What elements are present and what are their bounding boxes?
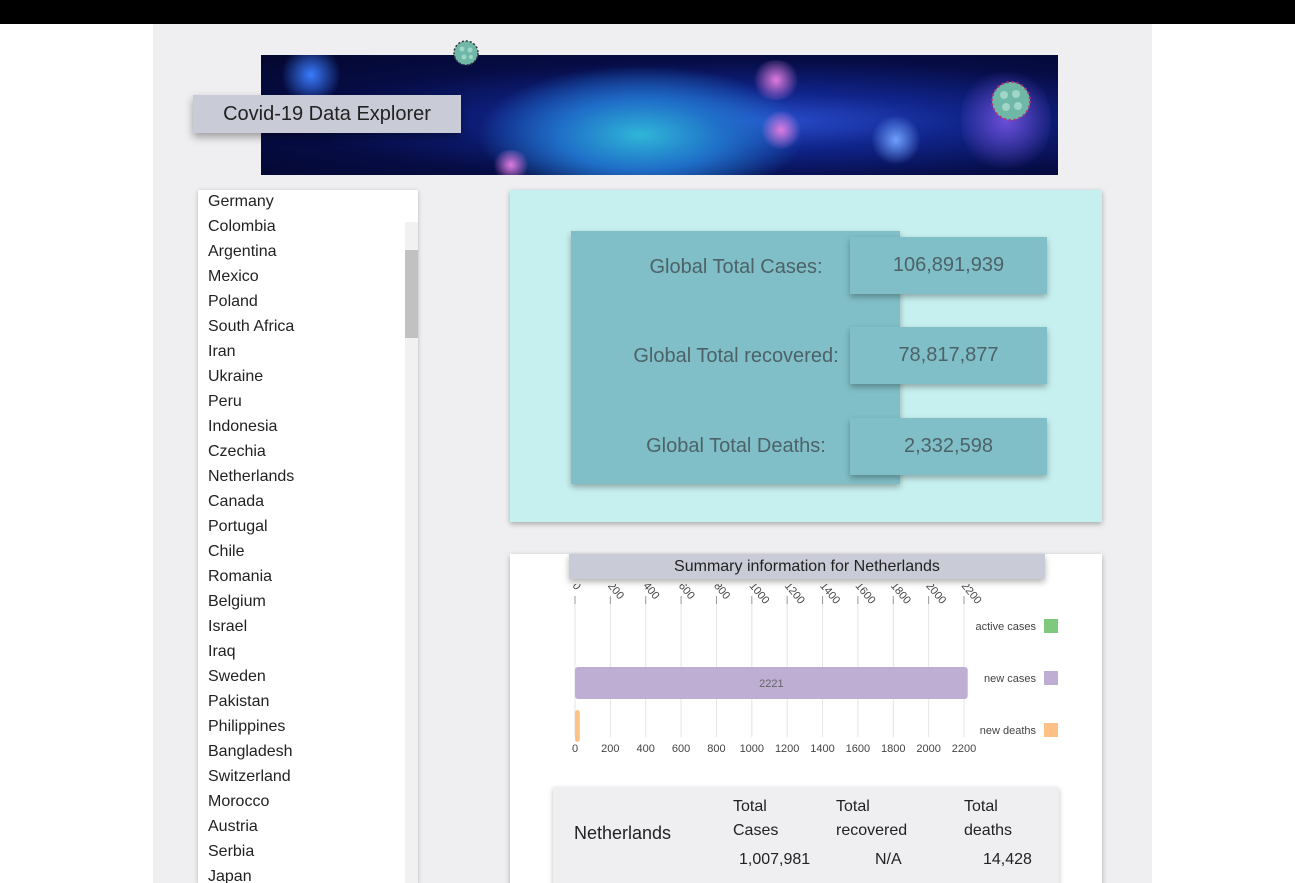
- global-deaths-value: 2,332,598: [850, 418, 1047, 475]
- list-item[interactable]: Austria: [198, 817, 418, 842]
- list-item[interactable]: Netherlands: [198, 467, 418, 492]
- browser-top-bar: [0, 0, 1295, 24]
- legend-swatch: [1044, 619, 1058, 633]
- global-recovered-value: 78,817,877: [850, 327, 1047, 384]
- list-item[interactable]: Mexico: [198, 267, 418, 292]
- bottom-tick-label: 1800: [881, 743, 905, 755]
- bottom-tick-label: 600: [672, 743, 690, 755]
- list-item[interactable]: Switzerland: [198, 767, 418, 792]
- list-item[interactable]: Bangladesh: [198, 742, 418, 767]
- top-tick-label: 1600: [853, 584, 878, 607]
- top-tick-label: 1800: [888, 584, 913, 607]
- global-deaths-label: Global Total Deaths:: [646, 435, 826, 457]
- legend-swatch: [1044, 723, 1058, 737]
- summary-panel: Summary information for Netherlands 0 0 20…: [510, 554, 1102, 883]
- list-item[interactable]: Morocco: [198, 792, 418, 817]
- bottom-tick-label: 1000: [740, 743, 764, 755]
- list-item[interactable]: Canada: [198, 492, 418, 517]
- top-tick-label: 1400: [817, 584, 842, 607]
- list-item[interactable]: Israel: [198, 617, 418, 642]
- bottom-tick-label: 400: [637, 743, 655, 755]
- value-total-deaths: 14,428: [983, 851, 1032, 868]
- value-total-recovered: N/A: [875, 851, 902, 868]
- top-tick-label: 2000: [923, 584, 948, 607]
- top-tick-label: 0: [570, 584, 583, 593]
- list-item[interactable]: Indonesia: [198, 417, 418, 442]
- list-item[interactable]: Portugal: [198, 517, 418, 542]
- list-item[interactable]: Iraq: [198, 642, 418, 667]
- summary-title: Summary information for Netherlands: [569, 554, 1045, 579]
- bottom-tick-label: 1400: [810, 743, 834, 755]
- bottom-tick-label: 200: [601, 743, 619, 755]
- global-cases-value: 106,891,939: [850, 237, 1047, 294]
- top-tick-label: 600: [676, 584, 697, 602]
- list-item[interactable]: Ukraine: [198, 367, 418, 392]
- summary-table: Netherlands Total Cases Total recovered …: [553, 787, 1059, 883]
- legend-label: new cases: [984, 673, 1036, 685]
- list-item[interactable]: Pakistan: [198, 692, 418, 717]
- list-item[interactable]: Czechia: [198, 442, 418, 467]
- top-tick-label: 400: [640, 584, 661, 602]
- list-item[interactable]: Belgium: [198, 592, 418, 617]
- bottom-tick-label: 2200: [952, 743, 976, 755]
- bottom-tick-label: 1200: [775, 743, 799, 755]
- bottom-tick-label: 1600: [846, 743, 870, 755]
- bar-value-label: 2221: [759, 678, 783, 690]
- list-item[interactable]: Sweden: [198, 667, 418, 692]
- global-stats-panel: Global Total Cases: 106,891,939 Global T…: [510, 190, 1102, 522]
- list-item[interactable]: Japan: [198, 867, 418, 883]
- global-cases-label: Global Total Cases:: [649, 256, 823, 278]
- col-total-cases: Total Cases: [733, 798, 779, 839]
- list-item[interactable]: Peru: [198, 392, 418, 417]
- top-tick-label: 2200: [959, 584, 984, 607]
- top-tick-label: 800: [711, 584, 732, 602]
- virus-icon: [991, 81, 1031, 121]
- page: Covid-19 Data Explorer Germany Colombia Ar…: [153, 24, 1152, 883]
- summary-bar-chart: 0 0 200 200 400 400 600 600 800 800 1000 1000 1200 12…: [570, 584, 1058, 755]
- bar-new-deaths: [575, 710, 580, 742]
- list-item[interactable]: Chile: [198, 542, 418, 567]
- app-title: Covid-19 Data Explorer: [193, 95, 461, 133]
- list-item[interactable]: Colombia: [198, 217, 418, 242]
- summary-country: Netherlands: [574, 823, 672, 843]
- virus-icon: [453, 40, 479, 66]
- col-total-deaths: Total deaths: [964, 798, 1013, 839]
- legend-swatch: [1044, 671, 1058, 685]
- top-tick-label: 1200: [782, 584, 807, 607]
- list-item[interactable]: Argentina: [198, 242, 418, 267]
- list-item[interactable]: South Africa: [198, 317, 418, 342]
- bottom-tick-label: 2000: [916, 743, 940, 755]
- legend-label: active cases: [975, 621, 1036, 633]
- bottom-tick-label: 800: [707, 743, 725, 755]
- list-item[interactable]: Philippines: [198, 717, 418, 742]
- global-recovered-label: Global Total recovered:: [633, 345, 839, 367]
- value-total-cases: 1,007,981: [739, 851, 811, 868]
- list-item[interactable]: Iran: [198, 342, 418, 367]
- list-item[interactable]: Poland: [198, 292, 418, 317]
- list-item[interactable]: Germany: [198, 192, 418, 217]
- country-list[interactable]: Germany Colombia Argentina Mexico Poland Sout…: [198, 190, 418, 883]
- top-tick-label: 1000: [747, 584, 772, 607]
- list-item[interactable]: Romania: [198, 567, 418, 592]
- top-tick-label: 200: [605, 584, 626, 602]
- col-total-recovered: Total recovered: [836, 798, 908, 839]
- legend-label: new deaths: [980, 725, 1037, 737]
- bottom-tick-label: 0: [572, 743, 578, 755]
- scrollbar-thumb[interactable]: [405, 250, 418, 338]
- list-item[interactable]: Serbia: [198, 842, 418, 867]
